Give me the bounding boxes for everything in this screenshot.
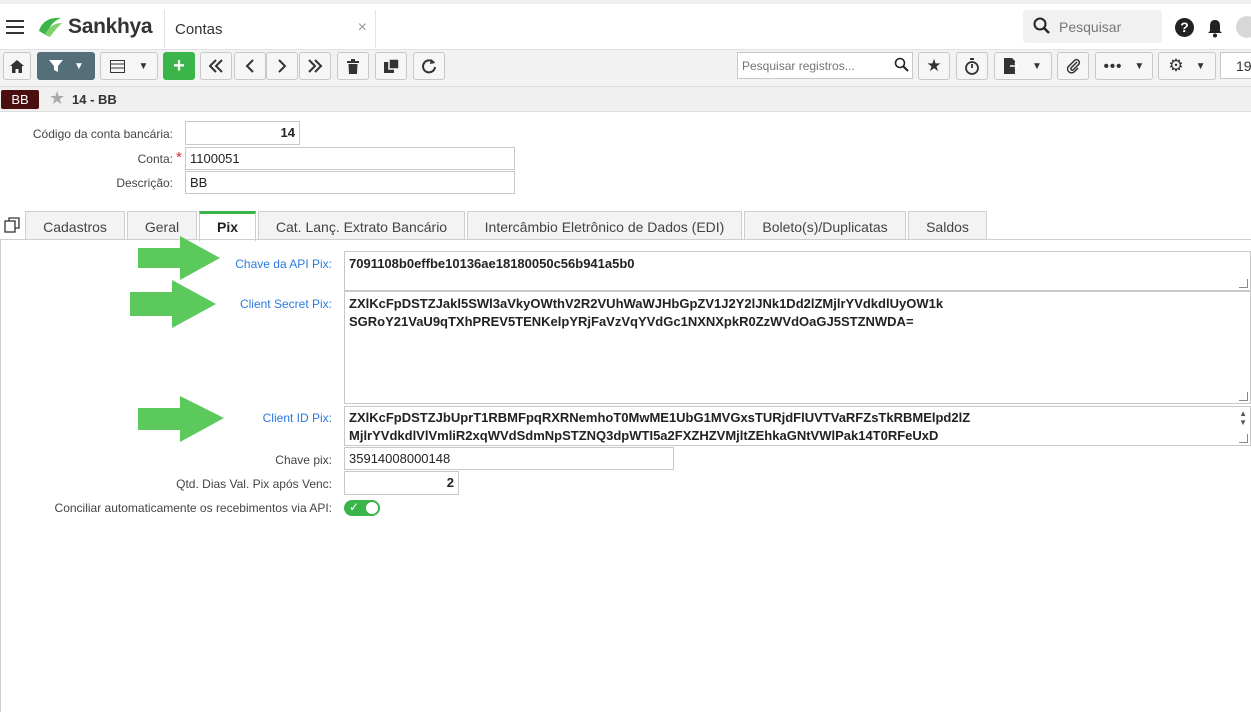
sankhya-logo-icon <box>39 17 62 37</box>
conta-field[interactable]: 1100051 <box>185 147 515 170</box>
chevron-down-icon: ▼ <box>74 60 84 72</box>
help-icon[interactable]: ? <box>1175 18 1194 37</box>
resize-handle[interactable] <box>1239 392 1248 401</box>
first-icon <box>208 59 223 73</box>
window-tab-contas[interactable]: Contas × <box>164 10 376 48</box>
search-icon <box>1033 17 1050 34</box>
tab-cat-lanc[interactable]: Cat. Lanç. Extrato Bancário <box>258 211 465 240</box>
home-icon <box>10 59 24 73</box>
next-record-button[interactable] <box>266 52 298 80</box>
codigo-field[interactable]: 14 <box>185 121 300 145</box>
conta-label: Conta: <box>137 152 173 166</box>
add-icon: + <box>173 54 185 77</box>
chave-pix-field[interactable]: 35914008000148 <box>344 447 674 470</box>
arrow-annotation-icon <box>138 236 220 280</box>
favorite-button[interactable]: ★ <box>918 52 950 80</box>
chevron-down-icon: ▼ <box>1195 60 1206 72</box>
last-record-button[interactable] <box>299 52 331 80</box>
record-title: 14 - BB <box>72 92 117 107</box>
duplicate-button[interactable] <box>375 52 407 80</box>
grid-view-button[interactable]: ▼ <box>100 52 158 80</box>
grid-icon <box>109 59 125 73</box>
required-marker: * <box>176 149 182 166</box>
star-icon[interactable]: ★ <box>49 88 65 109</box>
client-secret-field[interactable]: ZXlKcFpDSTZJakl5SWl3aVkyOWthV2R2VUhWaWJH… <box>344 291 1251 404</box>
record-badge: BB <box>1 90 39 109</box>
toggle-knob <box>366 502 378 514</box>
resize-handle[interactable] <box>1239 279 1248 288</box>
conciliar-label: Conciliar automaticamente os recebimento… <box>54 501 332 515</box>
bell-icon[interactable] <box>1206 18 1224 38</box>
first-record-button[interactable] <box>200 52 232 80</box>
resize-handle[interactable] <box>1239 434 1248 443</box>
copy-icon <box>383 59 399 73</box>
more-icon: ••• <box>1103 57 1123 75</box>
record-header: BB ★ 14 - BB <box>0 87 1251 112</box>
timer-button[interactable] <box>956 52 988 80</box>
top-bar: Sankhya Contas × Pesquisar ? <box>0 0 1251 50</box>
timer-icon <box>965 57 979 75</box>
settings-button[interactable]: ⚙ ▼ <box>1158 52 1216 80</box>
clip-icon <box>1066 58 1081 74</box>
export-icon <box>1004 58 1019 74</box>
descricao-label: Descrição: <box>116 176 173 190</box>
qtd-dias-field[interactable]: 2 <box>344 471 459 495</box>
chevron-down-icon: ▼ <box>1032 60 1042 72</box>
chevron-down-icon: ▼ <box>138 60 149 72</box>
refresh-button[interactable] <box>413 52 445 80</box>
descricao-field[interactable]: BB <box>185 171 515 194</box>
refresh-icon <box>422 59 436 74</box>
record-toolbar: ▼ ▼ + ★ ▼ ••• ▼ ⚙ ▼ <box>0 50 1251 87</box>
filter-button[interactable]: ▼ <box>37 52 95 80</box>
records-search-input[interactable] <box>738 53 894 79</box>
menu-icon[interactable] <box>6 20 24 34</box>
filter-icon <box>49 60 64 72</box>
previous-record-button[interactable] <box>234 52 266 80</box>
export-button[interactable]: ▼ <box>994 52 1052 80</box>
gear-icon: ⚙ <box>1168 56 1184 75</box>
chave-api-field[interactable]: 7091108b0effbe10136ae18180050c56b941a5b0 <box>344 251 1251 291</box>
delete-button[interactable] <box>337 52 369 80</box>
tab-boletos[interactable]: Boleto(s)/Duplicatas <box>744 211 906 240</box>
close-icon[interactable]: × <box>358 19 367 37</box>
avatar[interactable] <box>1236 16 1251 38</box>
chave-api-value: 7091108b0effbe10136ae18180050c56b941a5b0 <box>349 256 635 271</box>
app-name: Sankhya <box>68 15 153 38</box>
qtd-dias-label: Qtd. Dias Val. Pix após Venc: <box>176 477 332 491</box>
check-icon: ✓ <box>349 500 360 514</box>
scroll-arrows-icon[interactable]: ▲ ▼ <box>1239 409 1247 427</box>
home-button[interactable] <box>3 52 31 80</box>
client-id-field[interactable]: ZXlKcFpDSTZJbUprT1RBMFpqRXRNemhoT0MwME1U… <box>344 406 1251 446</box>
prev-icon <box>245 59 254 73</box>
chevron-down-icon: ▼ <box>1134 60 1145 72</box>
client-secret-line-1: ZXlKcFpDSTZJakl5SWl3aVkyOWthV2R2VUhWaWJH… <box>349 296 944 311</box>
tab-saldos[interactable]: Saldos <box>908 211 987 240</box>
global-search[interactable]: Pesquisar <box>1023 10 1162 43</box>
app-logo[interactable]: Sankhya <box>36 15 153 39</box>
more-actions-button[interactable]: ••• ▼ <box>1095 52 1153 80</box>
next-icon <box>278 59 287 73</box>
tab-cadastros[interactable]: Cadastros <box>25 211 125 240</box>
codigo-label: Código da conta bancária: <box>32 127 173 141</box>
global-search-label: Pesquisar <box>1059 19 1122 35</box>
copy-icon[interactable] <box>4 217 20 233</box>
page-number-field[interactable]: 19 <box>1220 52 1251 79</box>
add-button[interactable]: + <box>163 52 195 80</box>
attachments-button[interactable] <box>1057 52 1089 80</box>
records-search[interactable] <box>737 52 913 79</box>
window-tab-label: Contas <box>175 21 223 38</box>
star-icon: ★ <box>926 56 942 75</box>
last-icon <box>308 59 323 73</box>
arrow-annotation-icon <box>138 396 224 442</box>
arrow-annotation-icon <box>130 280 216 328</box>
conciliar-toggle[interactable]: ✓ <box>344 500 380 516</box>
tab-edi[interactable]: Intercâmbio Eletrônico de Dados (EDI) <box>467 211 742 240</box>
trash-icon <box>347 58 359 74</box>
search-icon <box>894 57 909 72</box>
client-secret-line-2: SGRoY21VaU9qTXhPREV5TENKelpYRjFaVzVqYVdG… <box>349 314 914 329</box>
chave-pix-label: Chave pix: <box>275 453 332 467</box>
client-id-line-1: ZXlKcFpDSTZJbUprT1RBMFpqRXRNemhoT0MwME1U… <box>349 410 971 425</box>
client-id-line-2: MjlrYVdkdlVlVmliR2xqWVdSdmNpSTZNQ3dpWTI5… <box>349 428 939 443</box>
